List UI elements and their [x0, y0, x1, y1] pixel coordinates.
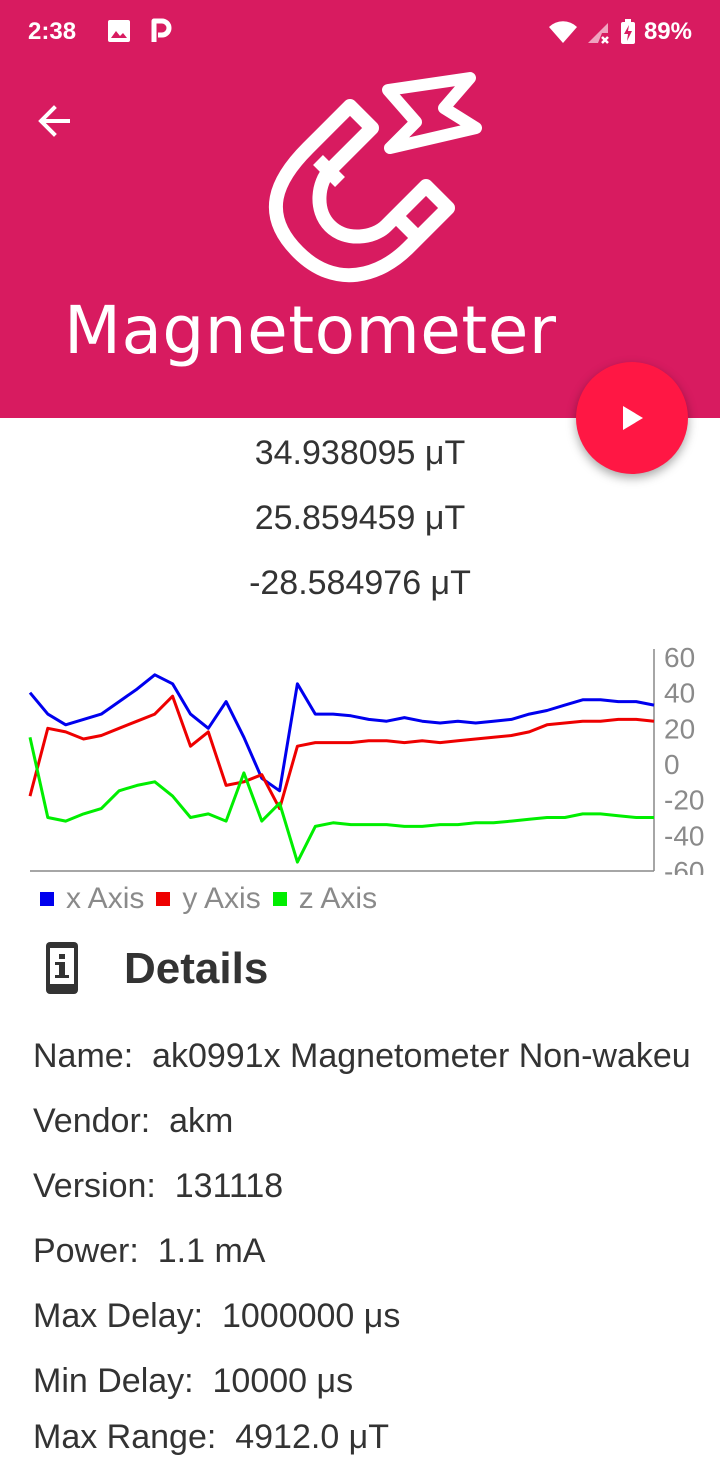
detail-value: 1000000 μs: [221, 1297, 401, 1335]
detail-value: 1.1 mA: [157, 1232, 266, 1270]
detail-label: Name:: [33, 1037, 134, 1075]
detail-row-power: Power: 1.1 mA: [33, 1232, 265, 1271]
chart-axes: [30, 649, 655, 872]
play-icon: [623, 406, 643, 430]
x-reading: 34.938095 μT: [254, 434, 466, 472]
image-icon: [108, 20, 130, 42]
info-icon: [46, 942, 78, 994]
detail-label: Max Delay:: [33, 1297, 204, 1335]
status-bar: 2:38 89%: [0, 0, 720, 66]
app-header: 2:38 89% Magnetometer: [0, 0, 720, 418]
signal-icon: [587, 23, 609, 44]
detail-value: 10000 μs: [212, 1362, 354, 1400]
chart-svg: 60 40 20 0 -20 -40 -60: [28, 642, 704, 887]
page-title: Magnetometer: [64, 292, 557, 369]
detail-row-name: Name: ak0991x Magnetometer Non-wakeu: [33, 1037, 691, 1076]
detail-label: Vendor:: [33, 1102, 151, 1140]
detail-row-max-delay: Max Delay: 1000000 μs: [33, 1297, 400, 1336]
status-right: 89%: [548, 18, 692, 46]
magnetometer-chart: 60 40 20 0 -20 -40 -60: [28, 642, 720, 887]
chart-legend: x Axis y Axis z Axis: [40, 882, 389, 916]
y-tick-label: -20: [664, 785, 704, 816]
detail-row-vendor: Vendor: akm: [33, 1102, 233, 1141]
y-tick-label: 40: [664, 678, 695, 709]
magnet-icon: [268, 72, 482, 283]
legend-item-z: z Axis: [272, 882, 378, 916]
p-icon: [151, 18, 172, 42]
detail-value: akm: [169, 1102, 234, 1140]
y-tick-label: -60: [664, 856, 704, 875]
detail-label: Min Delay:: [33, 1362, 194, 1400]
z-reading: -28.584976 μT: [249, 564, 471, 602]
notification-icons: [106, 18, 172, 44]
legend-swatch-x: [40, 892, 54, 906]
detail-label: Power:: [33, 1232, 139, 1270]
legend-swatch-y: [156, 892, 171, 906]
legend-label-z: z Axis: [298, 882, 378, 915]
y-tick-label: 20: [664, 713, 695, 744]
back-arrow-icon[interactable]: [30, 96, 80, 146]
legend-item-x: x Axis: [40, 882, 144, 916]
series-line-z: [28, 736, 654, 864]
detail-value: 4912.0 μT: [235, 1418, 390, 1456]
battery-icon: [620, 19, 635, 44]
legend-label-y: y Axis: [182, 882, 261, 915]
detail-value: 131118: [174, 1167, 284, 1205]
y-reading: 25.859459 μT: [254, 499, 466, 537]
legend-swatch-z: [272, 892, 287, 906]
legend-item-y: y Axis: [156, 882, 261, 916]
details-heading: Details: [124, 944, 269, 993]
wifi-icon: [548, 21, 577, 43]
y-tick-label: -40: [664, 820, 704, 851]
status-time: 2:38: [28, 18, 77, 45]
series-line-x: [28, 673, 655, 793]
series-line-y: [28, 694, 655, 811]
detail-row-version: Version: 131118: [33, 1167, 283, 1206]
detail-row-min-delay: Min Delay: 10000 μs: [33, 1362, 353, 1401]
battery-percent: 89%: [643, 18, 692, 45]
detail-label: Max Range:: [33, 1418, 217, 1456]
detail-row-max-range: Max Range: 4912.0 μT: [33, 1418, 389, 1457]
y-tick-label: 60: [664, 645, 695, 673]
legend-label-x: x Axis: [66, 882, 145, 915]
detail-value: ak0991x Magnetometer Non-wakeu: [152, 1037, 691, 1075]
detail-label: Version:: [33, 1167, 156, 1205]
y-tick-label: 0: [664, 749, 680, 780]
